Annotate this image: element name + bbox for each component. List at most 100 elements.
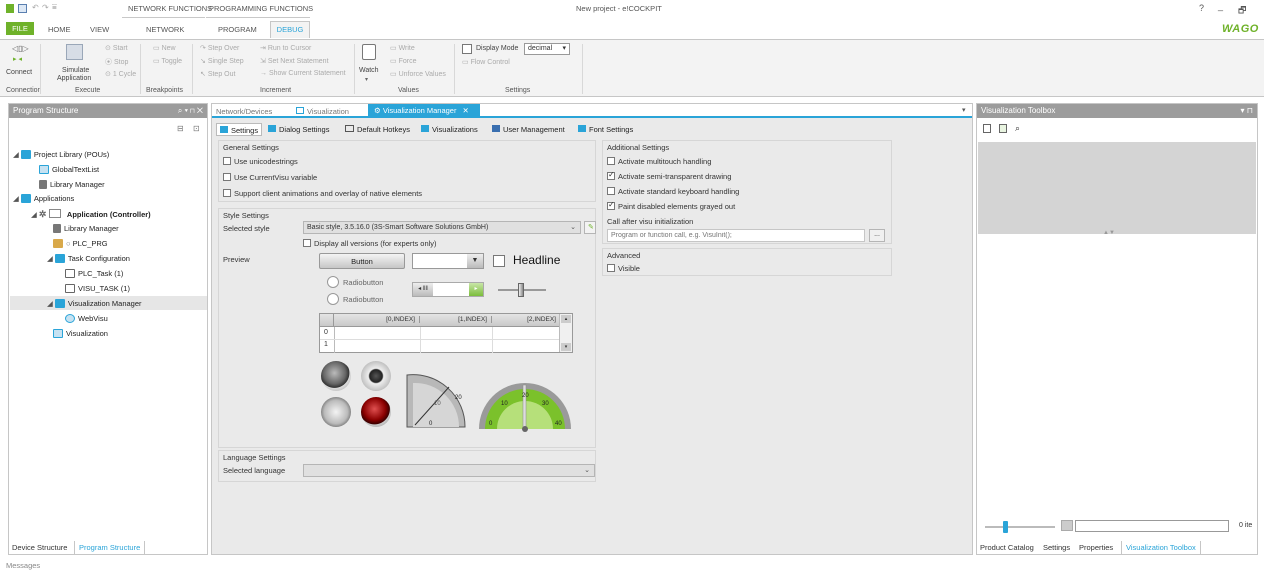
- tree-item-app-library-manager[interactable]: Library Manager: [53, 224, 119, 233]
- call-after-init-browse-button[interactable]: ...: [869, 229, 885, 242]
- tree-item-application-controller[interactable]: ◢ ✲ Application (Controller): [31, 209, 151, 220]
- restore-button[interactable]: 🗗: [1238, 3, 1246, 19]
- subtab-font-settings[interactable]: Font Settings: [578, 125, 633, 134]
- visible-checkbox[interactable]: Visible: [607, 264, 640, 273]
- doc-tab-visualization[interactable]: Visualization: [296, 107, 349, 116]
- save-icon[interactable]: [18, 4, 27, 13]
- tree-item-library-manager[interactable]: Library Manager: [39, 180, 105, 189]
- toolbox-search-icon[interactable]: ⌕: [1015, 123, 1020, 134]
- single-step-button[interactable]: ↘ Single Step: [200, 57, 244, 65]
- collapse-all-icon[interactable]: ⊟: [177, 124, 184, 133]
- tree-item-plc-task[interactable]: PLC_Task (1): [65, 269, 123, 278]
- tab-device-structure[interactable]: Device Structure: [12, 543, 67, 552]
- tree-item-plc-prg[interactable]: ○ PLC_PRG: [53, 239, 108, 248]
- document-area: Network/Devices Visualization ⚙ Visualiz…: [211, 103, 973, 555]
- call-after-init-input[interactable]: [607, 229, 865, 242]
- subtab-user-management[interactable]: User Management: [492, 125, 565, 134]
- tree-item-task-configuration[interactable]: ◢ Task Configuration: [47, 254, 130, 263]
- toolbox-view-icon-1[interactable]: [983, 124, 991, 133]
- messages-tab[interactable]: Messages: [6, 561, 40, 570]
- simulate-button-line1[interactable]: Simulate: [62, 67, 89, 74]
- panel-pin-icon[interactable]: ▾ ⊓: [1241, 104, 1253, 118]
- help-icon[interactable]: ?: [1199, 3, 1204, 13]
- toolbox-search-button[interactable]: [1061, 520, 1073, 531]
- wago-logo: WAGO: [1222, 23, 1259, 35]
- selected-language-select[interactable]: ⌄: [303, 464, 595, 477]
- watch-button[interactable]: Watch: [359, 67, 379, 74]
- subtab-settings[interactable]: Settings: [216, 123, 263, 136]
- watch-icon[interactable]: [362, 44, 376, 60]
- tree-item-visu-task[interactable]: VISU_TASK (1): [65, 284, 130, 293]
- connect-icon[interactable]: ◁▯▷: [12, 44, 29, 53]
- keyboard-handling-checkbox[interactable]: Activate standard keyboard handling: [607, 187, 739, 196]
- simulate-button-line2[interactable]: Application: [57, 75, 91, 82]
- tab-visualization-toolbox[interactable]: Visualization Toolbox: [1121, 541, 1201, 555]
- tab-file[interactable]: FILE: [6, 22, 34, 35]
- support-client-animations-checkbox[interactable]: Support client animations and overlay of…: [223, 189, 422, 198]
- tree-item-globaltextlist[interactable]: GlobalTextList: [39, 165, 99, 174]
- show-current-statement-button[interactable]: → Show Current Statement: [260, 70, 346, 77]
- tab-program[interactable]: PROGRAM: [218, 25, 257, 34]
- cycle-button[interactable]: ⊙ 1 Cycle: [105, 70, 136, 78]
- toolbox-search-input[interactable]: [1075, 520, 1229, 532]
- run-to-cursor-icon: ⇥: [260, 45, 268, 52]
- tab-network[interactable]: NETWORK: [146, 25, 184, 34]
- display-mode-select[interactable]: decimal ▾: [524, 43, 570, 55]
- toolbox-view-icon-2[interactable]: [999, 124, 1007, 133]
- multitouch-checkbox[interactable]: Activate multitouch handling: [607, 157, 711, 166]
- watch-dropdown-icon[interactable]: ▾: [365, 76, 368, 83]
- doc-tab-visualization-manager[interactable]: ⚙ Visualization Manager ✕: [368, 104, 480, 118]
- panel-controls[interactable]: ⌕ ▾ ⊓ ✕: [178, 104, 203, 118]
- tree-item-project-library[interactable]: ◢ Project Library (POUs): [13, 150, 109, 159]
- tab-properties[interactable]: Properties: [1079, 543, 1113, 552]
- selected-style-select[interactable]: Basic style, 3.5.16.0 (3S-Smart Software…: [303, 221, 581, 234]
- subtab-default-hotkeys[interactable]: Default Hotkeys: [345, 125, 410, 134]
- force-values-button[interactable]: ▭ Force: [390, 57, 416, 65]
- expand-all-icon[interactable]: ⊡: [193, 124, 200, 133]
- subtab-dialog-settings[interactable]: Dialog Settings: [268, 125, 329, 134]
- stop-button[interactable]: ⦿ Stop: [105, 57, 128, 67]
- tab-settings[interactable]: Settings: [1043, 543, 1070, 552]
- doc-tab-overflow-icon[interactable]: ▾: [962, 106, 966, 114]
- splitter-handle[interactable]: ▲▼: [1103, 230, 1115, 236]
- close-icon[interactable]: ✕: [462, 106, 468, 115]
- semi-transparent-checkbox[interactable]: Activate semi-transparent drawing: [607, 170, 731, 181]
- grayed-out-checkbox[interactable]: Paint disabled elements grayed out: [607, 200, 735, 211]
- qat-dropdown-icon[interactable]: ⩸: [52, 2, 57, 12]
- redo-icon[interactable]: ↷: [42, 3, 49, 12]
- display-mode-value: decimal: [528, 45, 553, 52]
- toggle-breakpoint-button[interactable]: ▭ Toggle: [153, 57, 182, 65]
- style-edit-button[interactable]: ✎: [584, 221, 596, 234]
- tab-program-structure[interactable]: Program Structure: [74, 541, 146, 555]
- use-unicodestrings-checkbox[interactable]: Use unicodestrings: [223, 157, 298, 166]
- run-to-cursor-button[interactable]: ⇥ Run to Cursor: [260, 44, 311, 52]
- start-button[interactable]: ⊙ Start: [105, 44, 128, 52]
- tab-view[interactable]: VIEW: [90, 25, 109, 34]
- step-over-button[interactable]: ↷ Step Over: [200, 44, 239, 52]
- doc-tab-network-devices[interactable]: Network/Devices: [216, 107, 272, 116]
- write-values-button[interactable]: ▭ Write: [390, 44, 415, 52]
- minimize-button[interactable]: _: [1218, 1, 1223, 11]
- tab-home[interactable]: HOME: [48, 25, 71, 34]
- set-next-statement-button[interactable]: ⇲ Set Next Statement: [260, 57, 329, 65]
- visu-manager-icon: ⚙: [374, 106, 383, 115]
- toolbox-slider-thumb[interactable]: [1003, 521, 1008, 533]
- tree-item-visualization-manager[interactable]: ◢ Visualization Manager: [47, 299, 142, 308]
- tree-item-webvisu[interactable]: WebVisu: [65, 314, 108, 323]
- tab-product-catalog[interactable]: Product Catalog: [980, 543, 1034, 552]
- use-currentvisu-checkbox[interactable]: Use CurrentVisu variable: [223, 173, 317, 182]
- flow-control-button[interactable]: ▭ Flow Control: [462, 58, 510, 66]
- subtab-visualizations[interactable]: Visualizations: [421, 125, 478, 134]
- tree-item-applications[interactable]: ◢ Applications: [13, 194, 74, 203]
- display-all-versions-checkbox[interactable]: Display all versions (for experts only): [303, 239, 437, 248]
- step-out-button[interactable]: ↖ Step Out: [200, 70, 235, 78]
- gauge1-label-10: 10: [434, 401, 441, 407]
- tree-item-visualization[interactable]: Visualization: [53, 329, 108, 338]
- tab-debug[interactable]: DEBUG: [270, 21, 310, 38]
- simulate-icon[interactable]: [66, 44, 83, 60]
- connect-button[interactable]: Connect: [6, 69, 32, 76]
- undo-icon[interactable]: ↶: [32, 3, 39, 12]
- toolbox-slider[interactable]: [985, 521, 1055, 533]
- unforce-values-button[interactable]: ▭ Unforce Values: [390, 70, 446, 78]
- new-breakpoint-button[interactable]: ▭ New: [153, 44, 176, 52]
